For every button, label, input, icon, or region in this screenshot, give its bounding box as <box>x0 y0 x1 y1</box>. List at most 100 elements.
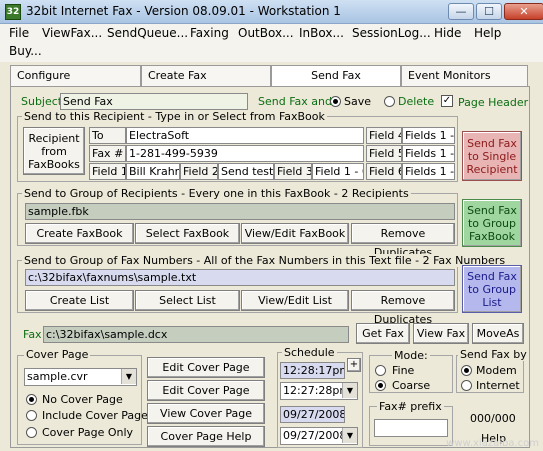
create-faxbook-button[interactable]: Create FaxBook <box>25 223 134 244</box>
get-fax-button[interactable]: Get Fax <box>356 323 410 344</box>
group-numbers-legend: Send to Group of Fax Numbers - All of th… <box>22 254 508 267</box>
mode-fine-label: Fine <box>392 364 415 377</box>
menu-hide[interactable]: Hide <box>434 26 461 40</box>
send-by-internet-label: Internet <box>476 379 520 392</box>
fax-numbers-file-input[interactable]: c:\32bifax\faxnums\sample.txt <box>25 269 455 286</box>
mode-fine-radio[interactable] <box>375 365 386 376</box>
view-edit-list-button[interactable]: View/Edit List <box>241 290 349 311</box>
menu-file[interactable]: File <box>9 26 29 40</box>
send-and-label: Send Fax and <box>258 95 332 108</box>
menu-viewfax[interactable]: ViewFax... <box>42 26 102 40</box>
tab-configure[interactable]: Configure <box>10 65 141 86</box>
remove-duplicates-faxbook-button[interactable]: Remove Duplicates <box>351 223 455 259</box>
title-bar[interactable]: 32 32bit Internet Fax - Version 08.09.01… <box>0 0 543 24</box>
cover-page-help-button[interactable]: Cover Page Help <box>147 426 265 447</box>
tab-event-monitors[interactable]: Event Monitors <box>401 65 528 86</box>
subject-label: Subject <box>21 95 63 108</box>
cover-page-legend: Cover Page <box>24 348 91 361</box>
page-header-label: Page Header <box>458 96 529 109</box>
save-label: Save <box>344 95 372 108</box>
cover-page-only-radio[interactable] <box>26 427 37 438</box>
menu-outbox[interactable]: OutBox... <box>238 26 294 40</box>
send-by-internet-radio[interactable] <box>461 380 472 391</box>
delete-radio[interactable] <box>384 96 395 107</box>
field1-label: Field 1 <box>89 163 126 180</box>
field6-input[interactable]: Fields 1 - 6 <box>402 163 455 180</box>
include-cover-page-radio[interactable] <box>26 410 37 421</box>
schedule-time-input[interactable]: 12:27:28pm ▼ <box>280 382 358 400</box>
view-fax-button[interactable]: View Fax <box>413 323 469 344</box>
menu-bar: File ViewFax... SendQueue... Faxing OutB… <box>0 24 543 62</box>
recipient-legend: Send to this Recipient - Type in or Sele… <box>22 110 327 123</box>
fax-label: Fax <box>23 328 42 341</box>
mode-coarse-radio[interactable] <box>375 380 386 391</box>
send-by-legend: Send Fax by <box>458 348 529 361</box>
schedule-time-value: 12:27:28pm <box>283 384 351 397</box>
chevron-down-icon[interactable]: ▼ <box>121 369 136 384</box>
delete-label: Delete <box>398 95 435 108</box>
menu-sendqueue[interactable]: SendQueue... <box>107 26 188 40</box>
select-list-button[interactable]: Select List <box>135 290 240 311</box>
menu-buy[interactable]: Buy... <box>9 44 42 58</box>
faxbook-file-input[interactable]: sample.fbk <box>25 203 455 220</box>
send-group-faxbook-button[interactable]: Send Fax to Group FaxBook <box>462 199 522 247</box>
moveas-button[interactable]: MoveAs <box>472 323 524 344</box>
schedule-date-input[interactable]: 09/27/2008 ▼ <box>280 427 358 445</box>
send-group-list-button[interactable]: Send Fax to Group List <box>462 265 522 313</box>
cover-page-select-value: sample.cvr <box>27 370 88 383</box>
no-cover-page-radio[interactable] <box>26 394 37 405</box>
menu-faxing[interactable]: Faxing <box>190 26 229 40</box>
fax-prefix-legend: Fax# prefix <box>377 400 444 413</box>
cover-page-only-label: Cover Page Only <box>42 426 134 439</box>
send-single-recipient-button[interactable]: Send Fax to Single Recipient <box>462 131 522 181</box>
window-title: 32bit Internet Fax - Version 08.09.01 - … <box>26 4 341 18</box>
field2-input[interactable]: Send test i <box>218 163 274 180</box>
create-list-button[interactable]: Create List <box>25 290 134 311</box>
chevron-down-icon[interactable]: ▼ <box>342 383 357 398</box>
maximize-button[interactable]: ☐ <box>476 3 502 20</box>
field3-input[interactable]: Field 1 - 6 <box>312 163 364 180</box>
fax-counter: 000/000 <box>470 412 516 425</box>
field3-label: Field 3 <box>274 163 312 180</box>
menu-sessionlog[interactable]: SessionLog... <box>352 26 431 40</box>
field5-input[interactable]: Fields 1 - 6 <box>402 145 455 162</box>
subject-input[interactable]: Send Fax <box>60 93 248 110</box>
group-recipients-legend: Send to Group of Recipients - Every one … <box>22 187 411 200</box>
to-label: To <box>89 127 126 144</box>
view-cover-page-button[interactable]: View Cover Page <box>147 403 265 424</box>
fax-number-input[interactable]: 1-281-499-5939 <box>126 145 364 162</box>
menu-inbox[interactable]: InBox... <box>299 26 344 40</box>
mode-coarse-label: Coarse <box>392 379 431 392</box>
page-header-checkbox[interactable]: ✓ <box>441 95 453 107</box>
select-faxbook-button[interactable]: Select FaxBook <box>135 223 240 244</box>
remove-duplicates-list-button[interactable]: Remove Duplicates <box>351 290 455 326</box>
field4-label: Field 4 <box>366 127 402 144</box>
field4-input[interactable]: Fields 1 - 6 <box>402 127 455 144</box>
schedule-legend: Schedule <box>282 346 337 359</box>
chevron-down-icon[interactable]: ▼ <box>342 428 357 443</box>
fax-number-label: Fax # <box>89 145 126 162</box>
schedule-time-current: 12:28:17pm <box>280 362 345 379</box>
recipient-from-faxbooks-button[interactable]: Recipient from FaxBooks <box>23 127 85 175</box>
minimize-button[interactable]: — <box>448 3 474 20</box>
schedule-date-current: 09/27/2008 <box>280 406 345 423</box>
view-edit-faxbook-button[interactable]: View/Edit FaxBook <box>241 223 349 244</box>
to-input[interactable]: ElectraSoft <box>126 127 364 144</box>
no-cover-page-label: No Cover Page <box>42 393 123 406</box>
edit-cover-page-button[interactable]: Edit Cover Page <box>147 380 265 401</box>
tab-send-fax[interactable]: Send Fax <box>271 65 401 87</box>
edit-cover-page-logo-button[interactable]: Edit Cover Page Logo <box>147 357 265 393</box>
field6-label: Field 6 <box>366 163 402 180</box>
schedule-date-value: 09/27/2008 <box>283 429 347 442</box>
field1-input[interactable]: Bill Krahme <box>126 163 180 180</box>
close-button[interactable]: ✕ <box>504 3 543 20</box>
field5-label: Field 5 <box>366 145 402 162</box>
fax-file-input[interactable]: c:\32bifax\sample.dcx <box>43 326 349 343</box>
schedule-plus-button[interactable]: + <box>347 358 361 372</box>
fax-prefix-input[interactable] <box>374 419 448 437</box>
cover-page-select[interactable]: sample.cvr ▼ <box>24 368 137 386</box>
tab-create-fax[interactable]: Create Fax <box>141 65 271 86</box>
save-radio[interactable] <box>330 96 341 107</box>
send-by-modem-radio[interactable] <box>461 365 472 376</box>
menu-help[interactable]: Help <box>474 26 501 40</box>
